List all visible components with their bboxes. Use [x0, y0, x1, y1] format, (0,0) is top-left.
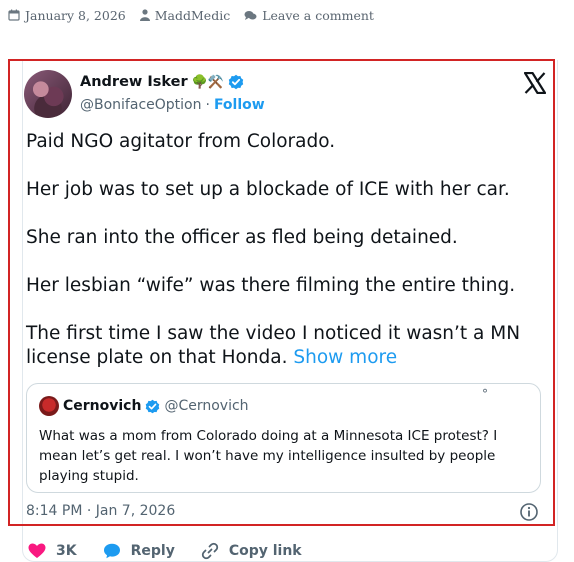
- comment-icon: [244, 10, 257, 20]
- follow-button[interactable]: Follow: [214, 97, 265, 113]
- copy-link-label: Copy link: [228, 543, 302, 559]
- author-handle-row: @BonifaceOption · Follow: [80, 97, 265, 113]
- verified-badge-icon: [228, 74, 244, 90]
- reply-label: Reply: [130, 543, 175, 559]
- post-date-text: January 8, 2026: [25, 7, 126, 23]
- show-more-link[interactable]: Show more: [293, 347, 397, 368]
- handle-separator: ·: [205, 97, 210, 113]
- copy-link-button[interactable]: Copy link: [201, 542, 302, 560]
- post-meta: January 8, 2026 MaddMedic Leave a commen…: [8, 6, 374, 24]
- quote-avatar: [39, 396, 59, 416]
- tweet-paragraph-last: The first time I saw the video I noticed…: [26, 322, 531, 370]
- info-icon[interactable]: [519, 502, 539, 522]
- tweet-timestamp[interactable]: 8:14 PM · Jan 7, 2026: [26, 503, 175, 519]
- reply-button[interactable]: Reply: [103, 542, 175, 560]
- author-name[interactable]: Andrew Isker: [80, 74, 188, 90]
- tweet-paragraph: Paid NGO agitator from Colorado.: [26, 131, 336, 152]
- tweet-paragraph-text: The first time I saw the video I noticed…: [26, 323, 521, 368]
- tweet-actions: 3K Reply Copy link: [28, 542, 302, 560]
- verified-badge-icon: [146, 399, 160, 413]
- quote-author-name: Cernovich: [63, 398, 142, 414]
- like-button[interactable]: 3K: [28, 542, 77, 560]
- leave-comment-link[interactable]: Leave a comment: [244, 8, 374, 23]
- post-author-text: MaddMedic: [154, 7, 231, 23]
- tweet-paragraph: Her lesbian “wife” was there filming the…: [26, 275, 516, 296]
- quote-header: Cernovich @Cernovich: [39, 396, 249, 416]
- x-logo-icon[interactable]: [524, 72, 546, 94]
- author-handle[interactable]: @BonifaceOption: [80, 97, 201, 113]
- user-icon: [139, 9, 150, 21]
- quoted-tweet[interactable]: ° Cernovich @Cernovich What was a mom fr…: [26, 383, 541, 493]
- tweet-header: Andrew Isker 🌳⚒️ @BonifaceOption · Follo…: [24, 70, 550, 122]
- author-name-row: Andrew Isker 🌳⚒️: [80, 74, 244, 90]
- quote-author-handle: @Cernovich: [164, 398, 249, 414]
- tweet-body: Paid NGO agitator from Colorado. Her job…: [26, 130, 531, 370]
- like-count: 3K: [56, 543, 77, 559]
- quote-text: What was a mom from Colorado doing at a …: [39, 428, 498, 484]
- post-author[interactable]: MaddMedic: [139, 7, 231, 23]
- calendar-icon: [8, 9, 20, 21]
- post-date[interactable]: January 8, 2026: [8, 8, 126, 23]
- author-avatar[interactable]: [24, 70, 72, 118]
- reply-bubble-icon: [103, 543, 120, 559]
- tweet-paragraph: Her job was to set up a blockade of ICE …: [26, 179, 510, 200]
- author-emojis: 🌳⚒️: [191, 74, 224, 90]
- leave-comment-text: Leave a comment: [262, 7, 374, 23]
- quote-dot: °: [482, 387, 488, 401]
- heart-icon: [28, 543, 46, 558]
- tweet-paragraph: She ran into the officer as fled being d…: [26, 227, 458, 248]
- link-icon: [201, 542, 218, 560]
